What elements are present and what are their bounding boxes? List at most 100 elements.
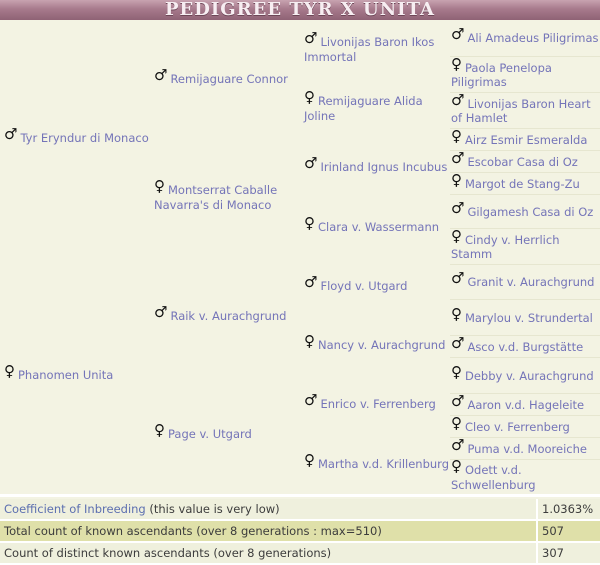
stats-row-total: Total count of known ascendants (over 8 …	[0, 520, 600, 543]
male-icon: ♂	[154, 302, 168, 321]
female-icon: ♀	[304, 332, 315, 351]
gen3-cell: ♀ Remijaguare Alida Joline	[300, 79, 450, 138]
male-icon: ♂	[451, 90, 465, 109]
pedigree-entry[interactable]: ♀ Cindy v. Herrlich Stamm	[450, 228, 600, 262]
male-icon: ♂	[451, 391, 465, 410]
gen4-cell: ♀ Debby v. Aurachgrund	[450, 357, 600, 394]
gen3-cell: ♀ Clara v. Wassermann	[300, 197, 450, 257]
pedigree-entry[interactable]: ♂ Aaron v.d. Hageleite	[450, 393, 584, 413]
male-icon: ♂	[4, 125, 18, 144]
gen2-cell: ♂ Raik v. Aurachgrund	[150, 257, 300, 375]
generation-3-column: ♂ Livonijas Baron Ikos Immortal ♀ Remijagu…	[300, 20, 450, 494]
gen4-cell: ♀ Marylou v. Strundertal	[450, 299, 600, 336]
gen4-cell: ♂ Asco v.d. Burgstätte	[450, 335, 600, 358]
gen4-cell: ♂ Puma v.d. Mooreiche	[450, 437, 600, 460]
stats-row-coi: Coefficient of Inbreeding (this value is…	[0, 499, 600, 521]
gen4-cell: ♀ Margot de Stang-Zu	[450, 172, 600, 195]
gen3-cell: ♂ Livonijas Baron Ikos Immortal	[300, 20, 450, 79]
female-icon: ♀	[4, 362, 15, 381]
pedigree-entry[interactable]: ♂ Livonijas Baron Heart of Hamlet	[450, 92, 600, 126]
gen2-cell: ♀ Page v. Utgard	[150, 375, 300, 494]
gen3-cell: ♂ Floyd v. Utgard	[300, 257, 450, 316]
gen4-cell: ♀ Cleo v. Ferrenberg	[450, 415, 600, 438]
pedigree-entry[interactable]: ♀ Clara v. Wassermann	[300, 215, 439, 235]
coi-value: 1.0363%	[536, 499, 600, 521]
gen3-cell: ♂ Enrico v. Ferrenberg	[300, 375, 450, 434]
female-icon: ♀	[304, 213, 315, 232]
pedigree-entry[interactable]: ♀ Airz Esmir Esmeralda	[450, 128, 587, 148]
pedigree-entry[interactable]: ♀ Remijaguare Alida Joline	[300, 90, 450, 123]
gen4-cell: ♂ Aaron v.d. Hageleite	[450, 393, 600, 416]
pedigree-entry[interactable]: ♂ Irinland Ignus Incubus	[300, 156, 447, 175]
pedigree-entry[interactable]: ♂ Ali Amadeus Piligrimas	[450, 26, 599, 46]
gen2-cell: ♀ Montserrat Caballe Navarra's di Monaco	[150, 138, 300, 257]
pedigree-entry[interactable]: ♂ Asco v.d. Burgstätte	[450, 335, 583, 355]
gen4-cell: ♂ Gilgamesh Casa di Oz	[450, 194, 600, 229]
female-icon: ♀	[304, 88, 315, 106]
female-icon: ♀	[451, 54, 462, 73]
gen3-cell: ♀ Nancy v. Aurachgrund	[300, 316, 450, 375]
gen1-cell: ♂ Tyr Eryndur di Monaco	[0, 20, 150, 257]
male-icon: ♂	[304, 154, 318, 173]
pedigree-entry[interactable]: ♀ Martha v.d. Krillenburg	[300, 452, 449, 472]
female-icon: ♀	[304, 450, 315, 469]
pedigree-entry[interactable]: ♂ Tyr Eryndur di Monaco	[0, 127, 149, 146]
female-icon: ♀	[451, 126, 462, 145]
gen3-cell: ♀ Martha v.d. Krillenburg	[300, 434, 450, 494]
divider	[0, 494, 600, 497]
pedigree-entry[interactable]: ♂ Puma v.d. Mooreiche	[450, 437, 587, 457]
distinct-label: Count of distinct known ascendants (over…	[0, 542, 537, 565]
female-icon: ♀	[451, 457, 462, 475]
female-icon: ♀	[451, 226, 462, 245]
male-icon: ♂	[451, 435, 465, 454]
female-icon: ♀	[154, 177, 165, 195]
pedigree-entry[interactable]: ♂ Enrico v. Ferrenberg	[300, 393, 436, 412]
pedigree-entry[interactable]: ♂ Gilgamesh Casa di Oz	[450, 200, 593, 220]
gen4-cell: ♂ Livonijas Baron Heart of Hamlet	[450, 92, 600, 129]
stats-table: Coefficient of Inbreeding (this value is…	[0, 499, 600, 565]
pedigree-tree: ♂ Tyr Eryndur di Monaco ♀ Phanomen Unita ♂…	[0, 20, 600, 494]
female-icon: ♀	[451, 413, 462, 432]
pedigree-entry[interactable]: ♂ Floyd v. Utgard	[300, 275, 407, 294]
female-icon: ♀	[154, 421, 165, 440]
coi-note: (this value is very low)	[145, 502, 280, 516]
gen1-cell: ♀ Phanomen Unita	[0, 257, 150, 494]
coi-label: Coefficient of Inbreeding (this value is…	[0, 499, 537, 521]
pedigree-entry[interactable]: ♀ Margot de Stang-Zu	[450, 172, 580, 192]
gen4-cell: ♂ Granit v. Aurachgrund	[450, 264, 600, 300]
male-icon: ♂	[451, 24, 465, 43]
male-icon: ♂	[451, 198, 465, 217]
gen4-cell: ♀ Odett v.d. Schwellenburg	[450, 459, 600, 495]
pedigree-entry[interactable]: ♀ Debby v. Aurachgrund	[450, 364, 594, 384]
pedigree-entry[interactable]: ♀ Cleo v. Ferrenberg	[450, 415, 570, 435]
pedigree-entry[interactable]: ♀ Odett v.d. Schwellenburg	[450, 459, 600, 492]
pedigree-entry[interactable]: ♂ Raik v. Aurachgrund	[150, 304, 286, 324]
male-icon: ♂	[451, 269, 465, 288]
gen3-cell: ♂ Irinland Ignus Incubus	[300, 138, 450, 197]
pedigree-title-banner: PEDIGREE TYR X UNITA	[0, 0, 600, 20]
generation-4-column: ♂ Ali Amadeus Piligrimas ♀ Paola Penelopa …	[450, 20, 600, 494]
male-icon: ♂	[451, 333, 465, 352]
female-icon: ♀	[451, 170, 462, 189]
total-label: Total count of known ascendants (over 8 …	[0, 520, 537, 543]
pedigree-entry[interactable]: ♀ Marylou v. Strundertal	[450, 306, 593, 326]
pedigree-entry[interactable]: ♂ Livonijas Baron Ikos Immortal	[300, 31, 450, 64]
male-icon: ♂	[304, 391, 318, 410]
gen4-cell: ♂ Escobar Casa di Oz	[450, 150, 600, 173]
pedigree-entry[interactable]: ♂ Granit v. Aurachgrund	[450, 271, 594, 290]
pedigree-entry[interactable]: ♀ Paola Penelopa Piligrimas	[450, 56, 600, 90]
gen4-cell: ♀ Airz Esmir Esmeralda	[450, 128, 600, 151]
pedigree-title: PEDIGREE TYR X UNITA	[165, 0, 435, 20]
generation-2-column: ♂ Remijaguare Connor ♀ Montserrat Caballe …	[150, 20, 300, 494]
coi-link[interactable]: Coefficient of Inbreeding	[4, 502, 146, 516]
male-icon: ♂	[304, 29, 318, 47]
female-icon: ♀	[451, 362, 462, 381]
gen4-cell: ♂ Ali Amadeus Piligrimas	[450, 20, 600, 56]
distinct-value: 307	[536, 542, 600, 565]
pedigree-entry[interactable]: ♂ Remijaguare Connor	[150, 67, 288, 87]
pedigree-entry[interactable]: ♀ Nancy v. Aurachgrund	[300, 334, 445, 353]
pedigree-entry[interactable]: ♀ Page v. Utgard	[150, 423, 252, 442]
pedigree-entry[interactable]: ♂ Escobar Casa di Oz	[450, 150, 578, 170]
pedigree-entry[interactable]: ♀ Phanomen Unita	[0, 364, 113, 383]
pedigree-entry[interactable]: ♀ Montserrat Caballe Navarra's di Monaco	[150, 179, 300, 212]
